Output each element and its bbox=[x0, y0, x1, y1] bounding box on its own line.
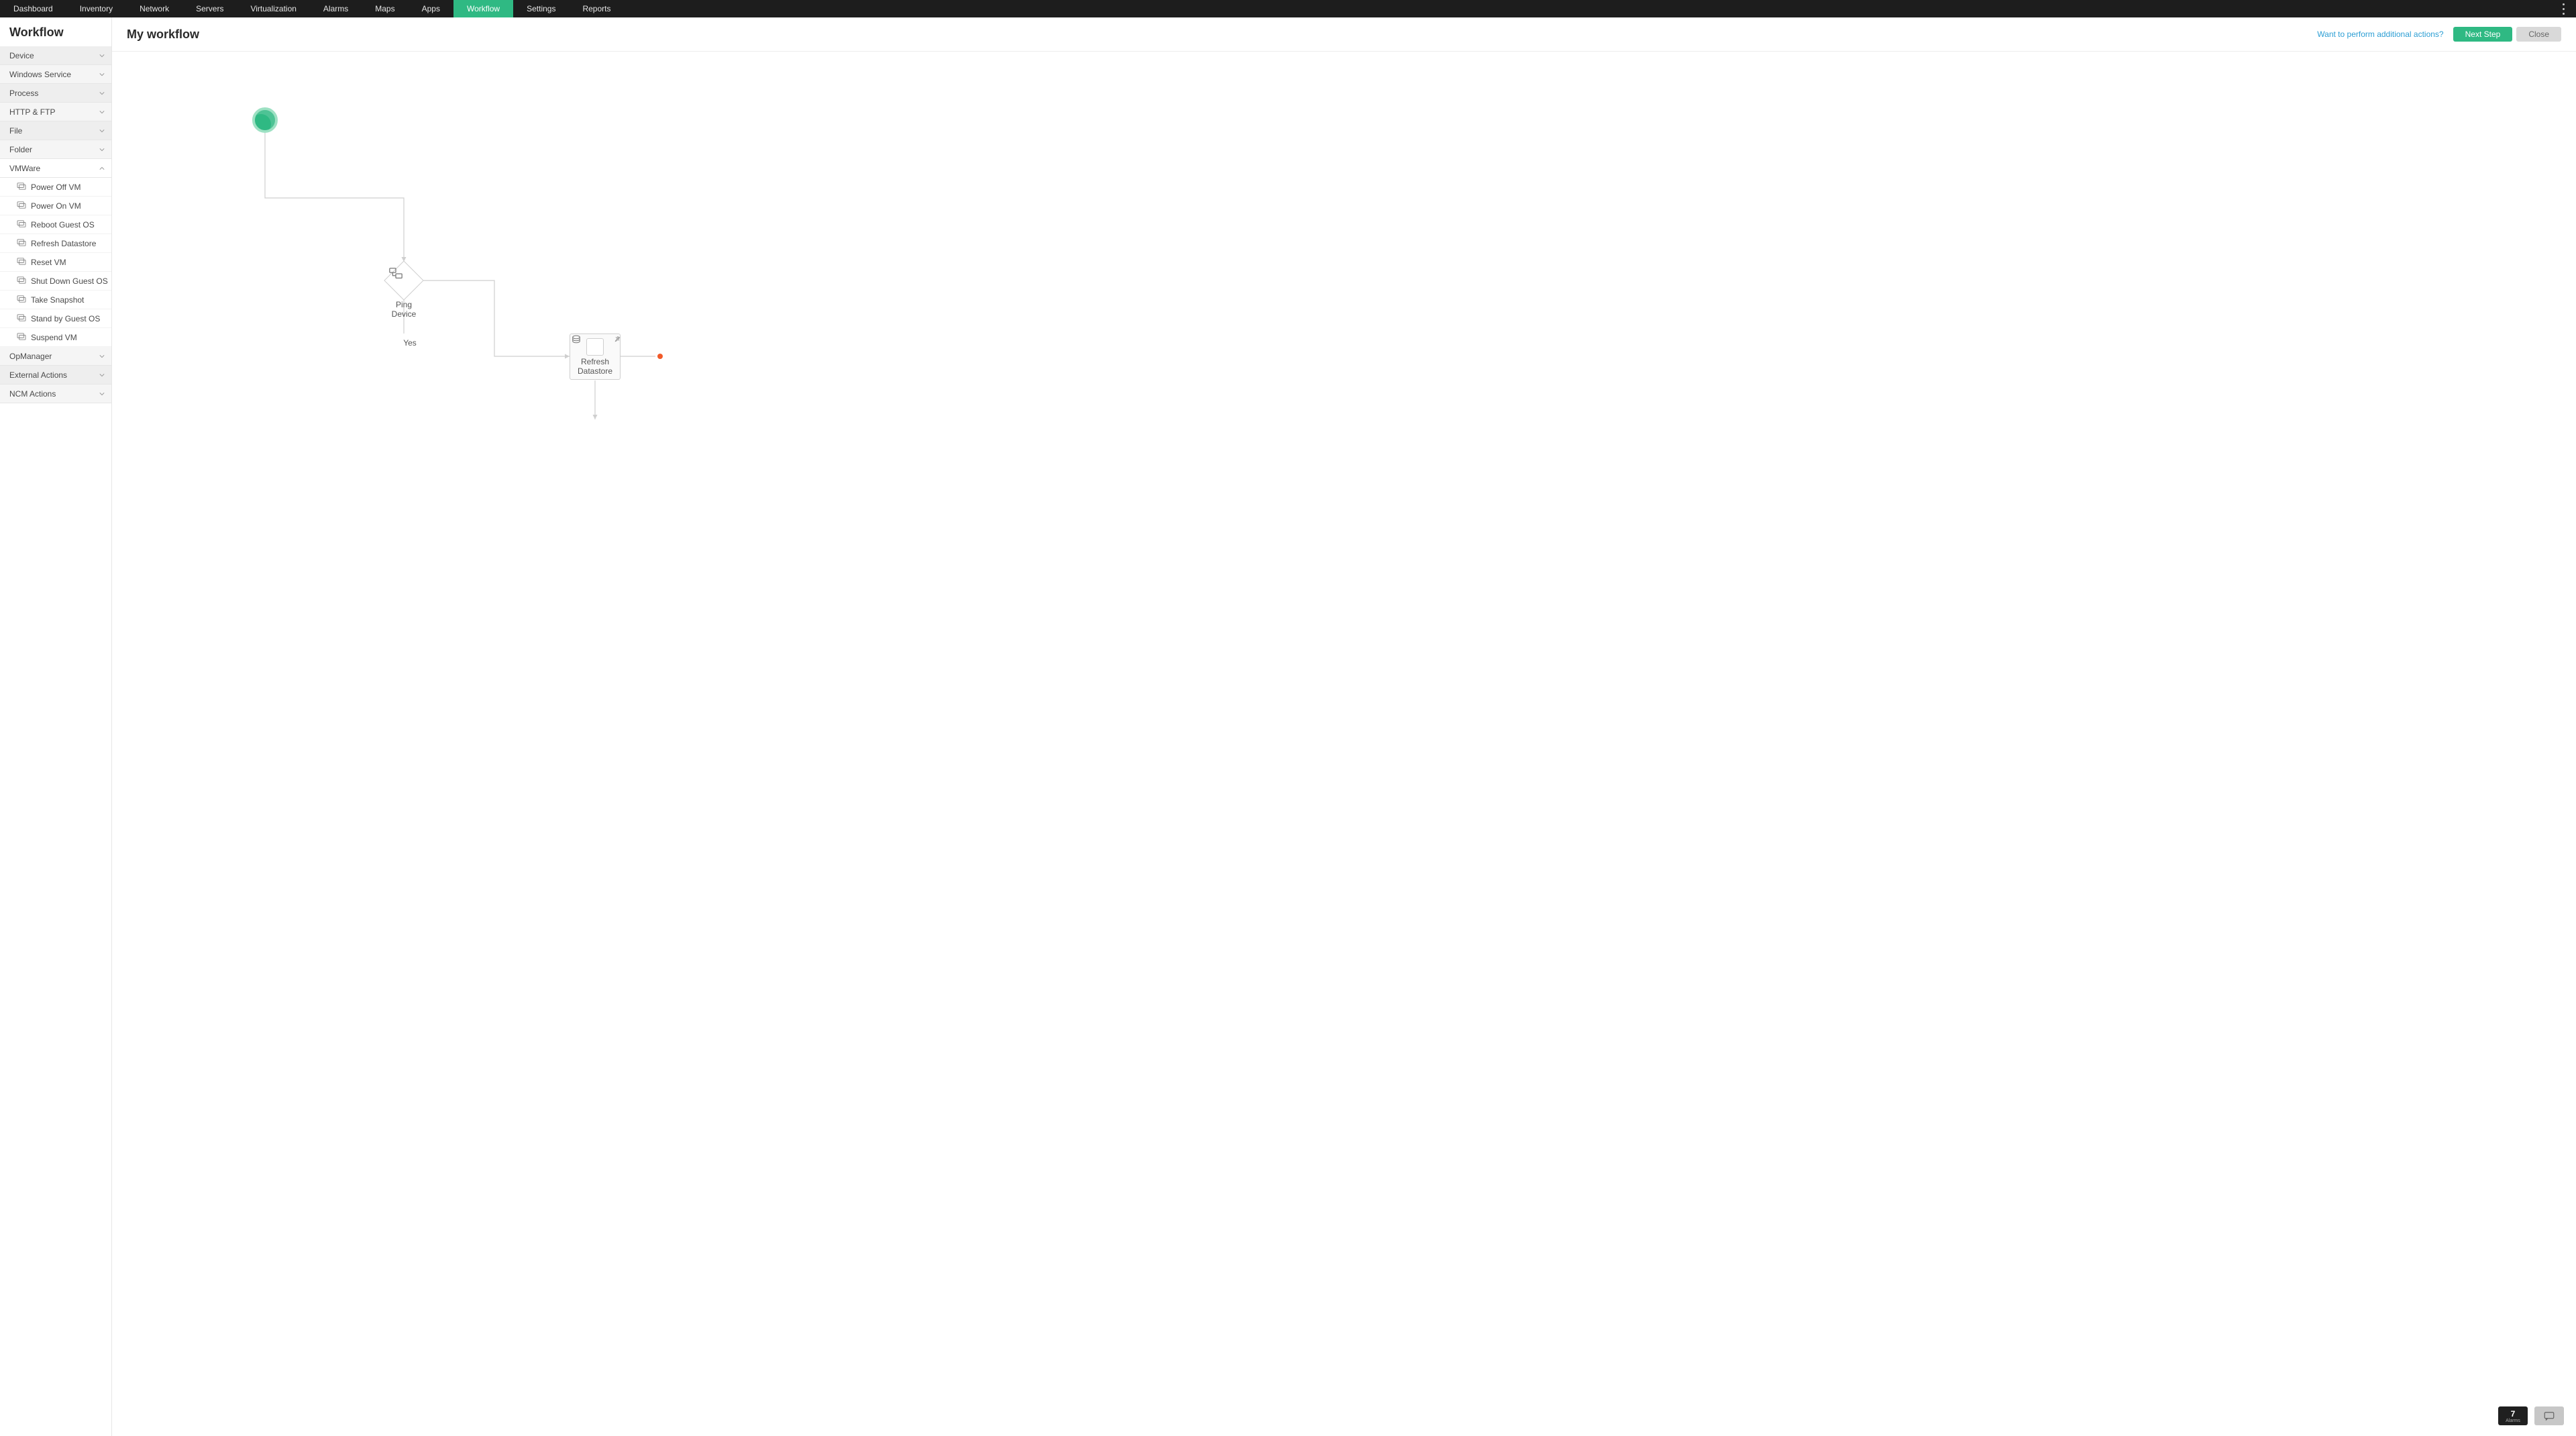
chevron-down-icon bbox=[99, 72, 105, 77]
alarms-chip[interactable]: 7 Alarms bbox=[2498, 1406, 2528, 1425]
chat-chip[interactable] bbox=[2534, 1406, 2564, 1425]
sidebar-cat-ncm-actions[interactable]: NCM Actions bbox=[0, 384, 111, 403]
nav-item-inventory[interactable]: Inventory bbox=[66, 0, 126, 17]
ping-device-icon bbox=[388, 266, 419, 297]
sidebar-cat-opmanager[interactable]: OpManager bbox=[0, 347, 111, 366]
nav-item-virtualization[interactable]: Virtualization bbox=[237, 0, 309, 17]
chat-icon bbox=[2543, 1410, 2555, 1422]
ping-device-label: PingDevice bbox=[380, 300, 427, 319]
sidebar-cat-process[interactable]: Process bbox=[0, 84, 111, 103]
chevron-down-icon bbox=[99, 147, 105, 152]
datastore-icon bbox=[586, 338, 604, 356]
sidebar-item-take-snapshot[interactable]: Take Snapshot bbox=[0, 291, 111, 309]
nav-item-settings[interactable]: Settings bbox=[513, 0, 569, 17]
vm-icon bbox=[16, 312, 27, 325]
vm-icon bbox=[16, 256, 27, 268]
sidebar-cat-file[interactable]: File bbox=[0, 121, 111, 140]
chevron-down-icon bbox=[99, 53, 105, 58]
hint-link[interactable]: Want to perform additional actions? bbox=[2317, 30, 2443, 39]
more-vertical-icon bbox=[2563, 2, 2565, 16]
sidebar-item-power-off-vm[interactable]: Power Off VM bbox=[0, 178, 111, 197]
bottom-right-widgets: 7 Alarms bbox=[2498, 1406, 2564, 1425]
sidebar-item-suspend-vm[interactable]: Suspend VM bbox=[0, 328, 111, 347]
next-step-button[interactable]: Next Step bbox=[2453, 27, 2513, 42]
chevron-up-icon bbox=[99, 166, 105, 171]
ping-branch-yes: Yes bbox=[396, 338, 423, 348]
nav-overflow-menu[interactable] bbox=[2556, 0, 2571, 17]
vm-icon bbox=[16, 293, 27, 306]
nav-item-apps[interactable]: Apps bbox=[409, 0, 453, 17]
chevron-down-icon bbox=[99, 354, 105, 359]
workflow-canvas[interactable]: PingDevice Yes bbox=[112, 52, 2576, 1436]
sidebar-cat-external-actions[interactable]: External Actions bbox=[0, 366, 111, 384]
sidebar-cat-device[interactable]: Device bbox=[0, 46, 111, 65]
sidebar-cat-http-ftp[interactable]: HTTP & FTP bbox=[0, 103, 111, 121]
connector-endpoint[interactable] bbox=[657, 354, 663, 359]
workflow-sidebar: Workflow DeviceWindows ServiceProcessHTT… bbox=[0, 17, 112, 1436]
sidebar-item-refresh-datastore[interactable]: Refresh Datastore bbox=[0, 234, 111, 253]
sidebar-cat-folder[interactable]: Folder bbox=[0, 140, 111, 159]
vm-icon bbox=[16, 199, 27, 212]
sidebar-cat-vmware[interactable]: VMWare bbox=[0, 159, 111, 178]
sidebar-item-power-on-vm[interactable]: Power On VM bbox=[0, 197, 111, 215]
chevron-down-icon bbox=[99, 391, 105, 397]
workflow-header: My workflow Want to perform additional a… bbox=[112, 17, 2576, 52]
chevron-down-icon bbox=[99, 128, 105, 134]
sidebar-item-shut-down-guest-os[interactable]: Shut Down Guest OS bbox=[0, 272, 111, 291]
nav-item-servers[interactable]: Servers bbox=[182, 0, 237, 17]
chevron-down-icon bbox=[99, 372, 105, 378]
vm-icon bbox=[16, 237, 27, 250]
vm-icon bbox=[16, 181, 27, 193]
connector-lines bbox=[112, 52, 984, 521]
nav-item-dashboard[interactable]: Dashboard bbox=[0, 0, 66, 17]
sidebar-item-stand-by-guest-os[interactable]: Stand by Guest OS bbox=[0, 309, 111, 328]
sidebar-item-reset-vm[interactable]: Reset VM bbox=[0, 253, 111, 272]
nav-item-workflow[interactable]: Workflow bbox=[453, 0, 513, 17]
workflow-main: My workflow Want to perform additional a… bbox=[112, 17, 2576, 1436]
vm-icon bbox=[16, 331, 27, 344]
vm-icon bbox=[16, 218, 27, 231]
top-nav-items: DashboardInventoryNetworkServersVirtuali… bbox=[0, 0, 624, 17]
sidebar-item-reboot-guest-os[interactable]: Reboot Guest OS bbox=[0, 215, 111, 234]
chevron-down-icon bbox=[99, 109, 105, 115]
sidebar-title: Workflow bbox=[0, 17, 111, 46]
top-nav: DashboardInventoryNetworkServersVirtuali… bbox=[0, 0, 2576, 17]
vm-icon bbox=[16, 274, 27, 287]
nav-item-network[interactable]: Network bbox=[126, 0, 182, 17]
page-title: My workflow bbox=[127, 28, 199, 42]
nav-item-reports[interactable]: Reports bbox=[569, 0, 624, 17]
start-node[interactable] bbox=[252, 107, 278, 133]
chevron-down-icon bbox=[99, 91, 105, 96]
nav-item-maps[interactable]: Maps bbox=[362, 0, 408, 17]
sidebar-cat-windows-service[interactable]: Windows Service bbox=[0, 65, 111, 84]
close-button[interactable]: Close bbox=[2516, 27, 2561, 42]
refresh-datastore-node[interactable]: Refresh Datastore bbox=[570, 334, 621, 380]
nav-item-alarms[interactable]: Alarms bbox=[310, 0, 362, 17]
